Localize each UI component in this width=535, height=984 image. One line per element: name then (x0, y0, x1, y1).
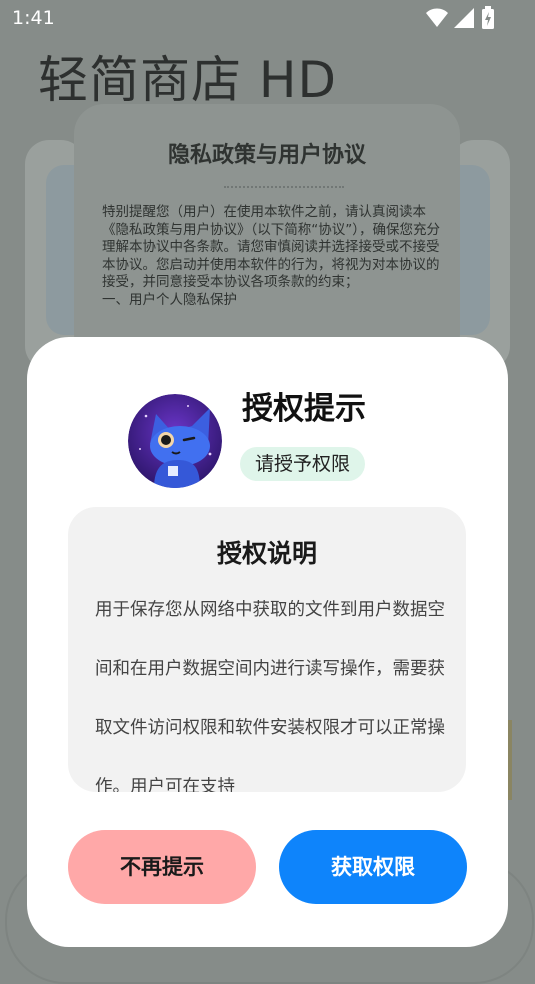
signal-icon (454, 8, 474, 28)
permission-dialog: 授权提示 请授予权限 授权说明 用于保存您从网络中获取的文件到用户数据空间和在用… (27, 337, 508, 947)
dialog-title: 授权提示 (242, 391, 366, 427)
description-text: 用于保存您从网络中获取的文件到用户数据空间和在用户数据空间内进行读写操作，需要获… (95, 600, 445, 792)
grant-permission-button[interactable]: 获取权限 (279, 830, 467, 904)
description-title: 授权说明 (216, 539, 317, 568)
dont-remind-button[interactable]: 不再提示 (68, 830, 256, 904)
cat-mascot-icon (128, 394, 222, 488)
battery-icon (482, 6, 494, 29)
status-time: 1:41 (12, 7, 55, 29)
privacy-policy-title: 隐私政策与用户协议 (167, 143, 366, 168)
app-avatar (128, 394, 222, 488)
divider (224, 186, 344, 188)
app-title: 轻简商店 HD (38, 51, 337, 109)
permission-description-box[interactable]: 授权说明 用于保存您从网络中获取的文件到用户数据空间和在用户数据空间内进行读写操… (68, 507, 466, 792)
status-bar: 1:41 (0, 0, 535, 36)
wifi-icon (426, 8, 448, 27)
status-icons (425, 6, 505, 30)
permission-badge: 请授予权限 (240, 447, 366, 481)
privacy-policy-text: 特别提醒您（用户）在使用本软件之前，请认真阅读本《隐私政策与用户协议》（以下简称… (102, 204, 440, 308)
privacy-policy-card: 隐私政策与用户协议 特别提醒您（用户）在使用本软件之前，请认真阅读本《隐私政策与… (74, 104, 460, 364)
